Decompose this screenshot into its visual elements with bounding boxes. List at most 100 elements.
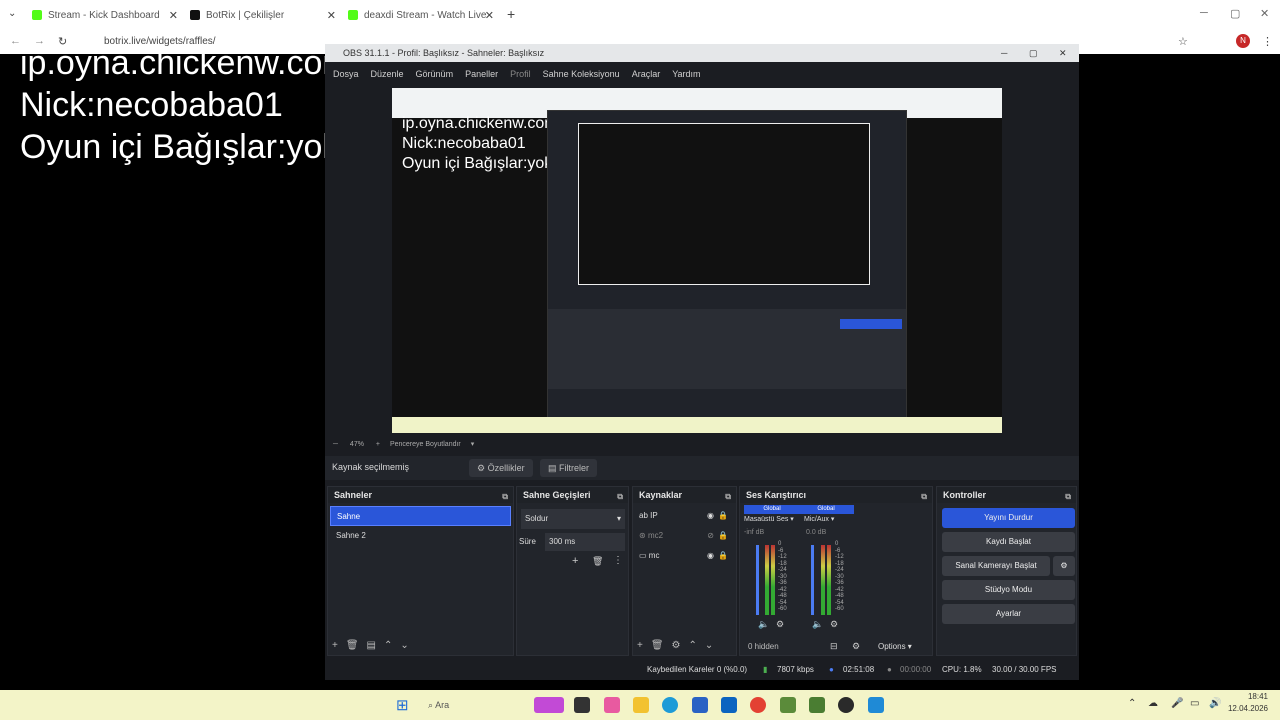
undock-icon[interactable]: ⧉: [1065, 489, 1071, 505]
menu-paneller[interactable]: Paneller: [465, 66, 498, 82]
outlook-icon[interactable]: [721, 697, 737, 713]
move-up-icon[interactable]: ⌃: [384, 640, 392, 651]
channel-name[interactable]: Mic/Aux ▾: [804, 515, 834, 523]
filter-icon[interactable]: ▤: [367, 640, 376, 651]
zoom-mode[interactable]: Pencereye Boyutlandır: [390, 441, 461, 448]
undock-icon[interactable]: ⧉: [502, 489, 508, 505]
app-icon[interactable]: [868, 697, 884, 713]
onedrive-icon[interactable]: ☁: [1148, 698, 1158, 709]
speaker-icon[interactable]: 🔈: [758, 619, 769, 630]
source-item[interactable]: ▭ mc ◉ 🔒: [633, 546, 736, 566]
filters-button[interactable]: ▤ Filtreler: [540, 459, 598, 477]
layout-icon[interactable]: ⊟: [830, 641, 838, 652]
copilot-icon[interactable]: [604, 697, 620, 713]
maximize-icon[interactable]: ▢: [1230, 7, 1240, 20]
lock-icon[interactable]: 🔒: [718, 546, 728, 566]
gear-icon[interactable]: ⚙: [672, 640, 681, 651]
more-menu-icon[interactable]: ⋮: [1262, 35, 1273, 48]
tray-chevron-icon[interactable]: ⌃: [1128, 698, 1136, 709]
trash-icon[interactable]: 🗑: [346, 640, 359, 651]
mic-icon[interactable]: 🎤: [1171, 698, 1183, 709]
close-window-icon[interactable]: ✕: [1260, 7, 1269, 20]
virtual-camera-settings-button[interactable]: ⚙: [1053, 556, 1075, 576]
windows-start-icon[interactable]: ⊞: [396, 696, 409, 714]
options-button[interactable]: Options ▾: [878, 642, 912, 651]
file-explorer-icon[interactable]: [633, 697, 649, 713]
network-icon[interactable]: ▭: [1190, 698, 1199, 709]
transition-select[interactable]: Soldur ▾: [521, 509, 625, 529]
scene-item[interactable]: Sahne: [330, 506, 511, 526]
move-down-icon[interactable]: ⌄: [705, 640, 713, 651]
preview-canvas[interactable]: ip.oyna.chickenw.com Nick:necobaba01 Oyu…: [392, 88, 1002, 433]
chrome-icon[interactable]: [750, 697, 766, 713]
close-icon[interactable]: ✕: [1059, 44, 1067, 62]
add-icon[interactable]: +: [332, 640, 338, 651]
taskbar-search[interactable]: ⌕ Ara: [420, 695, 540, 715]
menu-yardim[interactable]: Yardım: [672, 66, 700, 82]
close-icon[interactable]: ✕: [327, 9, 336, 22]
tab-deaxdi-stream[interactable]: deaxdi Stream - Watch Live ✕: [342, 4, 498, 26]
eye-icon[interactable]: ◉: [707, 506, 714, 526]
minimize-icon[interactable]: ─: [1001, 44, 1007, 62]
close-icon[interactable]: ✕: [169, 9, 178, 22]
menu-sahne-koleksiyonu[interactable]: Sahne Koleksiyonu: [543, 66, 620, 82]
clock-time[interactable]: 18:41: [1228, 692, 1268, 701]
eye-hidden-icon[interactable]: ⊘: [707, 526, 714, 546]
tab-botrix[interactable]: BotRix | Çekilişler ✕: [184, 4, 340, 26]
tab-list-icon[interactable]: ⌄: [8, 8, 16, 19]
edge-icon[interactable]: [662, 697, 678, 713]
start-record-button[interactable]: Kaydı Başlat: [942, 532, 1075, 552]
zoom-out-icon[interactable]: ─: [333, 441, 338, 448]
chevron-down-icon[interactable]: ▾: [471, 441, 475, 448]
volume-fader[interactable]: [811, 545, 814, 615]
tab-kick-dashboard[interactable]: Stream - Kick Dashboard ✕: [26, 4, 182, 26]
settings-icon[interactable]: ⚙: [776, 619, 784, 630]
avatar[interactable]: N: [1236, 34, 1250, 48]
undock-icon[interactable]: ⧉: [617, 489, 623, 505]
close-icon[interactable]: ✕: [485, 9, 494, 22]
undock-icon[interactable]: ⧉: [725, 489, 731, 505]
move-down-icon[interactable]: ⌄: [400, 640, 408, 651]
volume-fader[interactable]: [756, 545, 759, 615]
source-item[interactable]: ⊛ mc2 ⊘ 🔒: [633, 526, 736, 546]
widgets-icon[interactable]: [534, 697, 564, 713]
add-icon[interactable]: +: [637, 640, 643, 651]
obs-icon[interactable]: [838, 697, 854, 713]
minecraft-icon[interactable]: [780, 697, 796, 713]
move-up-icon[interactable]: ⌃: [689, 640, 697, 651]
studio-mode-button[interactable]: Stüdyo Modu: [942, 580, 1075, 600]
clock-date[interactable]: 12.04.2026: [1220, 704, 1268, 713]
bookmark-star-icon[interactable]: ☆: [1178, 35, 1188, 48]
channel-name[interactable]: Masaüstü Ses ▾: [744, 515, 794, 523]
store-icon[interactable]: [692, 697, 708, 713]
new-tab-icon[interactable]: +: [507, 6, 515, 22]
settings-icon[interactable]: ⚙: [830, 619, 838, 630]
menu-dosya[interactable]: Dosya: [333, 66, 359, 82]
menu-profil[interactable]: Profil: [510, 66, 531, 82]
more-icon[interactable]: ⋮: [613, 555, 623, 566]
minimize-icon[interactable]: ─: [1200, 7, 1208, 19]
settings-button[interactable]: Ayarlar: [942, 604, 1075, 624]
menu-duzenle[interactable]: Düzenle: [371, 66, 404, 82]
stop-stream-button[interactable]: Yayını Durdur: [942, 508, 1075, 528]
lock-icon[interactable]: 🔒: [718, 506, 728, 526]
eye-icon[interactable]: ◉: [707, 546, 714, 566]
mixer-settings-icon[interactable]: ⚙: [852, 641, 860, 652]
task-view-icon[interactable]: [574, 697, 590, 713]
maximize-icon[interactable]: ▢: [1029, 44, 1038, 62]
properties-button[interactable]: ⚙ Özellikler: [469, 459, 533, 477]
virtual-camera-button[interactable]: Sanal Kamerayı Başlat: [942, 556, 1050, 576]
undock-icon[interactable]: ⧉: [921, 489, 927, 505]
zoom-in-icon[interactable]: +: [376, 441, 380, 448]
duration-input[interactable]: 300 ms: [545, 533, 625, 551]
trash-icon[interactable]: 🗑: [651, 640, 664, 651]
menu-gorunum[interactable]: Görünüm: [416, 66, 454, 82]
minecraft-launcher-icon[interactable]: [809, 697, 825, 713]
scene-item[interactable]: Sahne 2: [330, 526, 511, 546]
lock-icon[interactable]: 🔒: [718, 526, 728, 546]
source-item[interactable]: ab IP ◉ 🔒: [633, 506, 736, 526]
speaker-icon[interactable]: 🔈: [812, 619, 823, 630]
trash-icon[interactable]: 🗑: [592, 556, 603, 567]
menu-araclar[interactable]: Araçlar: [632, 66, 661, 82]
add-icon[interactable]: +: [572, 555, 578, 567]
